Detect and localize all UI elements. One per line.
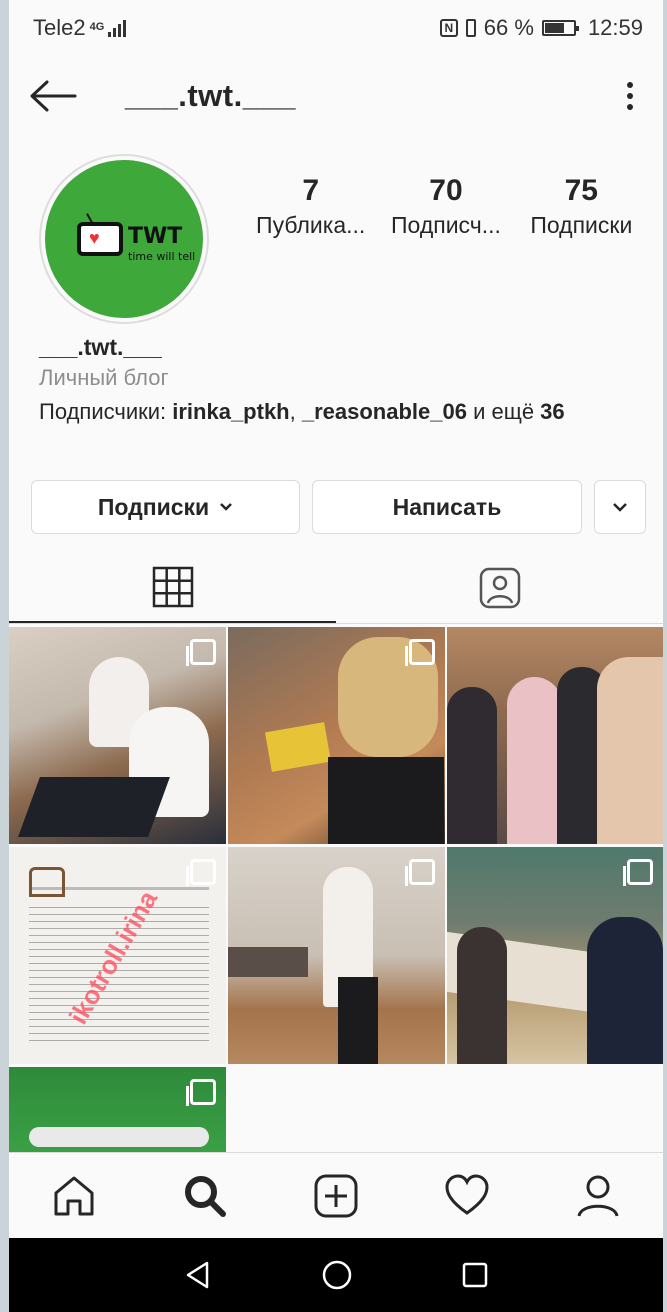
avatar[interactable]: TWT time will tell [39,154,209,324]
follower-user-2: _reasonable_06 [301,399,467,424]
suggested-button[interactable] [594,480,646,534]
profile-bio: ___.twt.___ Личный блог Подписчики: irin… [9,326,663,425]
battery-percent: 66 % [483,15,534,40]
carrier-text: Tele2 [33,15,86,40]
message-button-label: Написать [392,493,502,520]
profile-header: TWT time will tell 7 Публика... 70 Подпи… [9,136,663,326]
followed-by-sep: , [289,399,302,424]
followed-by[interactable]: Подписчики: irinka_ptkh, _reasonable_06 … [39,399,633,425]
system-home-icon[interactable] [321,1259,353,1291]
stat-followers-count: 70 [429,174,463,207]
nfc-icon: N [439,19,458,37]
post-thumbnail-6[interactable] [447,847,663,1064]
carousel-icon [186,1079,216,1106]
avatar-image: TWT time will tell [45,160,203,318]
stat-followers-label: Подписч... [391,212,501,238]
post-thumbnail-4[interactable]: ikotroll.irina [9,847,226,1064]
carousel-icon [623,859,653,886]
post-thumbnail-3[interactable] [447,627,663,844]
followed-by-count: 36 [540,399,565,424]
nav-activity[interactable] [437,1166,497,1226]
profile-actions: Подписки Написать [31,480,647,534]
tab-divider [9,623,663,624]
system-back-icon[interactable] [183,1260,213,1290]
carousel-icon [186,639,216,666]
phone-screen: Tele2 4G N 66 % 12:59 ___.twt.___ TWT [9,0,663,1312]
profile-tabs [9,553,663,623]
tagged-person-icon [479,567,520,609]
profile-icon [577,1175,619,1217]
stat-posts-count: 7 [302,174,319,207]
search-icon [185,1175,227,1217]
arrow-left-icon [30,80,77,112]
tv-heart-icon [77,222,123,256]
vibrate-icon [465,19,476,37]
logo-tagline: time will tell [128,250,196,263]
more-options-button[interactable] [615,74,645,118]
bottom-navigation [9,1152,663,1238]
nav-home[interactable] [44,1166,104,1226]
home-icon [54,1176,94,1215]
back-button[interactable] [25,68,81,124]
heart-icon [445,1173,489,1215]
stat-followers[interactable]: 70 Подписч... [378,174,513,239]
profile-category: Личный блог [39,365,169,390]
clock: 12:59 [587,15,643,40]
carousel-icon [186,859,216,886]
message-button[interactable]: Написать [312,480,582,534]
stat-following-count: 75 [564,174,598,207]
following-button-label: Подписки [97,493,210,520]
post-thumbnail-2[interactable] [228,627,445,844]
nav-search[interactable] [175,1166,235,1226]
stat-posts-label: Публика... [256,212,366,238]
carousel-icon [405,859,435,886]
system-navigation-bar [9,1238,663,1312]
top-bar: ___.twt.___ [9,56,663,136]
carousel-icon [405,639,435,666]
chevron-down-icon [613,503,627,512]
profile-stats: 7 Публика... 70 Подписч... 75 Подписки [243,174,649,239]
tab-grid[interactable] [9,553,336,623]
battery-icon [541,20,579,36]
page-title: ___.twt.___ [125,78,296,113]
logo-text: TWT [128,224,183,249]
chevron-down-icon [220,503,233,511]
nav-profile[interactable] [568,1166,628,1226]
profile-name: ___.twt.___ [39,334,162,360]
add-post-icon [314,1174,358,1217]
status-bar: Tele2 4G N 66 % 12:59 [9,0,663,56]
followed-by-prefix: Подписчики: [39,399,173,424]
post-thumbnail-5[interactable] [228,847,445,1064]
followed-by-suffix: и ещё [466,399,541,424]
stat-following[interactable]: 75 Подписки [514,174,649,239]
system-recents-icon[interactable] [461,1261,489,1289]
following-button[interactable]: Подписки [31,480,300,534]
nav-new-post[interactable] [306,1166,366,1226]
tab-tagged[interactable] [336,553,663,623]
network-type: 4G [89,21,105,33]
follower-user-1: irinka_ptkh [172,399,290,424]
stat-following-label: Подписки [530,212,633,238]
stat-posts[interactable]: 7 Публика... [243,174,378,239]
signal-icon [108,19,127,37]
grid-icon [152,566,193,608]
post-thumbnail-1[interactable] [9,627,226,844]
